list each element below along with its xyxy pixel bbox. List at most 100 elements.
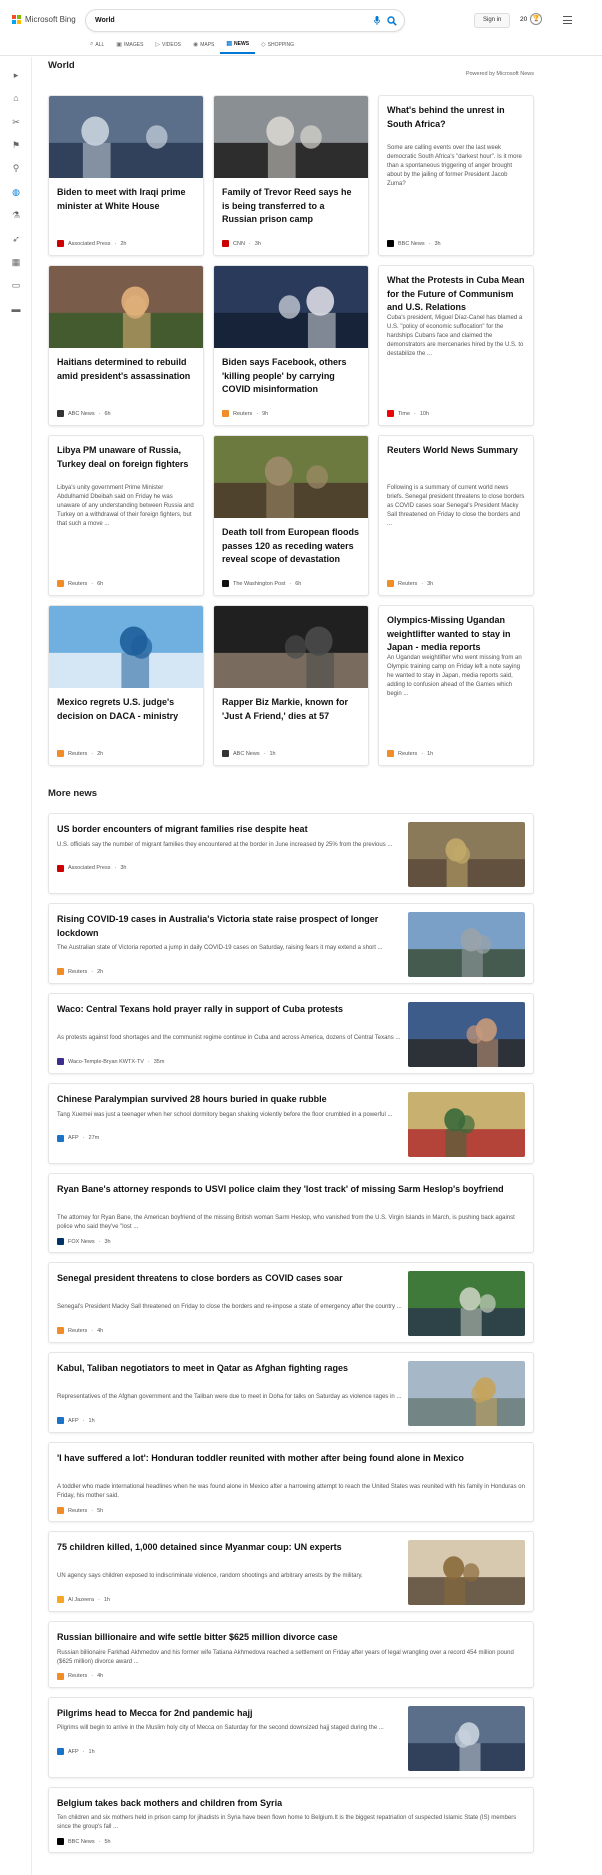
news-image[interactable]	[49, 606, 203, 688]
news-thumbnail[interactable]	[408, 822, 525, 887]
chevron-right-icon[interactable]: ▸	[9, 69, 23, 81]
source-logo-icon	[57, 1672, 64, 1680]
tab-maps[interactable]: ◉ MAPS	[187, 40, 220, 54]
news-thumbnail[interactable]	[408, 1540, 525, 1605]
news-image[interactable]	[214, 266, 368, 348]
news-title[interactable]: Pilgrims head to Mecca for 2nd pandemic …	[57, 1707, 403, 1721]
news-image[interactable]	[214, 436, 368, 518]
news-card[interactable]: Rapper Biz Markie, known for 'Just A Fri…	[213, 605, 369, 766]
news-list-item[interactable]: Russian billionaire and wife settle bitt…	[48, 1621, 534, 1688]
bing-logo[interactable]: Microsoft Bing	[12, 15, 76, 24]
news-list-item[interactable]: 'I have suffered a lot': Honduran toddle…	[48, 1442, 534, 1522]
source-logo-icon	[57, 410, 64, 417]
film-icon[interactable]: ▦	[9, 256, 23, 268]
news-list-item[interactable]: Senegal president threatens to close bor…	[48, 1262, 534, 1343]
news-thumbnail[interactable]	[408, 912, 525, 977]
news-title[interactable]: 'I have suffered a lot': Honduran toddle…	[57, 1452, 525, 1466]
news-list-item[interactable]: Pilgrims head to Mecca for 2nd pandemic …	[48, 1696, 534, 1778]
news-card[interactable]: Olympics-Missing Ugandan weightlifter wa…	[378, 605, 534, 766]
news-title[interactable]: Kabul, Taliban negotiators to meet in Qa…	[57, 1362, 403, 1376]
tab-videos[interactable]: ▷ VIDEOS	[149, 40, 187, 54]
news-image[interactable]	[214, 606, 368, 688]
news-title[interactable]: Biden to meet with Iraqi prime minister …	[57, 186, 195, 213]
news-age: 3h	[427, 580, 434, 587]
hamburger-menu-icon[interactable]	[563, 16, 572, 27]
news-title[interactable]: Olympics-Missing Ugandan weightlifter wa…	[387, 614, 525, 655]
news-title[interactable]: Senegal president threatens to close bor…	[57, 1272, 403, 1286]
powered-by-label[interactable]: Powered by Microsoft News	[466, 71, 534, 77]
news-list-item[interactable]: US border encounters of migrant families…	[48, 813, 534, 894]
news-thumbnail[interactable]	[408, 1092, 525, 1157]
source-logo-icon	[222, 240, 229, 247]
news-thumbnail[interactable]	[408, 1271, 525, 1336]
tab-all[interactable]: ⌕ ALL	[84, 40, 110, 54]
tools-icon[interactable]: ✂	[9, 116, 23, 128]
news-list-item[interactable]: 75 children killed, 1,000 detained since…	[48, 1531, 534, 1612]
news-image[interactable]	[214, 96, 368, 178]
search-icon[interactable]	[386, 15, 398, 27]
news-card[interactable]: What's behind the unrest in South Africa…	[378, 95, 534, 256]
news-title[interactable]: Death toll from European floods passes 1…	[222, 526, 360, 567]
news-title[interactable]: Rising COVID-19 cases in Australia's Vic…	[57, 913, 403, 940]
tab-news[interactable]: ▤ NEWS	[220, 40, 256, 54]
news-card[interactable]: Haitians determined to rebuild amid pres…	[48, 265, 204, 426]
news-list-item[interactable]: Chinese Paralympian survived 28 hours bu…	[48, 1083, 534, 1164]
news-title[interactable]: Libya PM unaware of Russia, Turkey deal …	[57, 444, 195, 471]
news-title[interactable]: Waco: Central Texans hold prayer rally i…	[57, 1003, 403, 1017]
news-list-item[interactable]: Ryan Bane's attorney responds to USVI po…	[48, 1173, 534, 1253]
rewards-button[interactable]: 20 🏆	[520, 13, 543, 25]
news-title[interactable]: Reuters World News Summary	[387, 444, 525, 458]
flag-icon[interactable]: ⚑	[9, 139, 23, 151]
science-icon[interactable]: ⚗	[9, 209, 23, 221]
news-title[interactable]: Chinese Paralympian survived 28 hours bu…	[57, 1093, 403, 1107]
news-title[interactable]: Russian billionaire and wife settle bitt…	[57, 1631, 525, 1645]
news-thumbnail[interactable]	[408, 1361, 525, 1426]
search-box[interactable]: World	[86, 10, 404, 31]
news-title[interactable]: Mexico regrets U.S. judge's decision on …	[57, 696, 195, 723]
news-list-item[interactable]: Waco: Central Texans hold prayer rally i…	[48, 993, 534, 1074]
news-list-item[interactable]: Rising COVID-19 cases in Australia's Vic…	[48, 903, 534, 984]
source-logo-icon	[57, 864, 64, 872]
news-card[interactable]: Biden to meet with Iraqi prime minister …	[48, 95, 204, 256]
news-image[interactable]	[49, 266, 203, 348]
news-title[interactable]: 75 children killed, 1,000 detained since…	[57, 1541, 403, 1555]
news-age: 9h	[262, 410, 269, 417]
news-card[interactable]: Reuters World News Summary Following is a…	[378, 435, 534, 596]
news-title[interactable]: Haitians determined to rebuild amid pres…	[57, 356, 195, 383]
news-list-item[interactable]: Kabul, Taliban negotiators to meet in Qa…	[48, 1352, 534, 1433]
location-pin-icon[interactable]: ⚲	[9, 162, 23, 174]
news-title[interactable]: What the Protests in Cuba Mean for the F…	[387, 274, 525, 315]
tab-images[interactable]: ▣ IMAGES	[110, 40, 149, 54]
source-logo-icon	[57, 1417, 64, 1424]
news-card[interactable]: Death toll from European floods passes 1…	[213, 435, 369, 596]
news-image[interactable]	[49, 96, 203, 178]
news-thumbnail[interactable]	[408, 1705, 525, 1771]
sign-in-button[interactable]: Sign in	[474, 13, 511, 28]
briefcase-icon[interactable]: ▭	[9, 279, 23, 291]
news-card[interactable]: Libya PM unaware of Russia, Turkey deal …	[48, 435, 204, 596]
rocket-icon[interactable]: ➶	[9, 233, 23, 245]
separator: ·	[421, 750, 424, 757]
news-title[interactable]: Belgium takes back mothers and children …	[57, 1797, 525, 1811]
news-title[interactable]: Rapper Biz Markie, known for 'Just A Fri…	[222, 696, 360, 723]
news-title[interactable]: Family of Trevor Reed says he is being t…	[222, 186, 360, 227]
news-snippet: As protests against food shortages and t…	[57, 1035, 401, 1041]
tab-shopping[interactable]: ◇ SHOPPING	[255, 40, 300, 54]
news-card[interactable]: Biden says Facebook, others 'killing peo…	[213, 265, 369, 426]
news-title[interactable]: Biden says Facebook, others 'killing peo…	[222, 356, 360, 397]
news-thumbnail[interactable]	[408, 1002, 525, 1067]
news-card[interactable]: Mexico regrets U.S. judge's decision on …	[48, 605, 204, 766]
microphone-icon[interactable]	[373, 16, 381, 25]
news-list-item[interactable]: Belgium takes back mothers and children …	[48, 1786, 534, 1853]
news-card[interactable]: Family of Trevor Reed says he is being t…	[213, 95, 369, 256]
news-title[interactable]: US border encounters of migrant families…	[57, 823, 403, 837]
news-title[interactable]: What's behind the unrest in South Africa…	[387, 104, 525, 131]
search-input[interactable]: World	[95, 17, 373, 24]
news-card[interactable]: What the Protests in Cuba Mean for the F…	[378, 265, 534, 426]
news-source: ABC News · 1h	[222, 750, 276, 757]
news-title[interactable]: Ryan Bane's attorney responds to USVI po…	[57, 1183, 525, 1197]
source-name: ABC News	[68, 410, 95, 417]
car-icon[interactable]: ▬	[9, 303, 23, 315]
home-icon[interactable]: ⌂	[9, 92, 23, 104]
globe-icon[interactable]: ◍	[9, 186, 23, 198]
